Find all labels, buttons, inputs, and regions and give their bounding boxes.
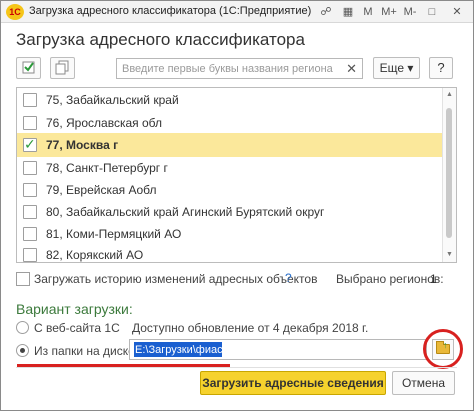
region-label: 79, Еврейская Аобл [46,183,157,197]
list-item[interactable]: 79, Еврейская Аобл [17,178,442,202]
disk-source-label: Из папки на диске: [34,344,139,358]
more-menu-button[interactable]: Еще ▾ [373,57,420,79]
dialog-window: 1C Загрузка адресного классификатора (1С… [0,0,474,411]
close-icon[interactable]: ✕ [450,4,464,20]
disk-source-radio[interactable] [16,344,29,357]
window-title: Загрузка адресного классификатора (1С:Пр… [29,5,312,17]
footer-divider [16,367,457,368]
region-search-field[interactable]: ✕ [116,58,363,79]
calendar-icon[interactable]: ▦ [341,4,355,20]
checkmark-icon: ✓ [24,136,36,152]
folder-path-field[interactable] [129,339,427,360]
list-item[interactable]: 82, Корякский АО [17,243,442,262]
memory-icon[interactable]: M [361,4,375,20]
selected-regions-label: Выбрано регионов: [336,272,444,286]
app-logo-icon: 1C [6,4,24,20]
check-all-icon [22,61,35,74]
web-source-radio[interactable] [16,321,29,334]
region-label: 81, Коми-Пермяцкий АО [46,227,182,241]
load-address-data-button[interactable]: Загрузить адресные сведения [200,371,386,395]
clear-search-icon[interactable]: ✕ [346,60,357,77]
maximize-icon[interactable]: □ [425,4,439,20]
region-label: 82, Корякский АО [46,248,144,262]
cancel-button[interactable]: Отмена [392,371,455,395]
region-label: 80, Забайкальский край Агинский Бурятски… [46,205,325,219]
region-checkbox[interactable] [23,161,37,175]
region-checkbox[interactable] [23,93,37,107]
title-bar: 1C Загрузка адресного классификатора (1С… [1,1,473,23]
region-checkbox[interactable] [23,227,37,241]
uncheck-all-icon [55,60,69,75]
web-source-label: С веб-сайта 1С [34,321,120,335]
history-label: Загружать историю изменений адресных объ… [34,272,318,286]
form-title: Загрузка адресного классификатора [16,30,305,49]
region-checkbox-checked[interactable]: ✓ [23,136,37,152]
regions-list: 75, Забайкальский край 76, Ярославская о… [16,87,457,263]
list-item[interactable]: 78, Санкт-Петербург г [17,156,442,180]
region-label: 78, Санкт-Петербург г [46,161,168,175]
region-checkbox[interactable] [23,205,37,219]
list-item[interactable]: 76, Ярославская обл [17,111,442,135]
scroll-thumb[interactable] [446,108,452,238]
memory-minus-icon[interactable]: M- [401,4,419,20]
region-label: 77, Москва г [46,138,119,152]
help-button[interactable]: ? [429,57,453,79]
scroll-down-icon[interactable]: ▼ [443,249,456,261]
list-item[interactable]: 75, Забайкальский край [17,88,442,112]
region-checkbox[interactable] [23,116,37,130]
link-icon[interactable]: ☍ [319,4,333,20]
region-checkbox[interactable] [23,183,37,197]
region-checkbox[interactable] [23,248,37,262]
check-all-button[interactable] [16,57,41,79]
list-item[interactable]: 80, Забайкальский край Агинский Бурятски… [17,200,442,224]
scroll-up-icon[interactable]: ▲ [443,89,456,101]
list-item-selected[interactable]: ✓ 77, Москва г [17,133,442,157]
region-search-input[interactable] [117,59,339,78]
region-label: 76, Ярославская обл [46,116,162,130]
annotation-circle [423,329,463,369]
list-scrollbar[interactable]: ▲ ▼ [442,88,456,262]
load-variant-title: Вариант загрузки: [16,301,133,317]
radio-selected-dot [20,348,25,353]
uncheck-all-button[interactable] [50,57,75,79]
history-checkbox[interactable] [16,272,30,286]
folder-path-input[interactable] [132,341,422,358]
memory-plus-icon[interactable]: M+ [380,4,398,20]
selected-regions-count: 1 [430,272,437,286]
update-available-note: Доступно обновление от 4 декабря 2018 г. [132,321,369,335]
history-help-icon[interactable]: ? [285,271,292,285]
region-label: 75, Забайкальский край [46,93,179,107]
